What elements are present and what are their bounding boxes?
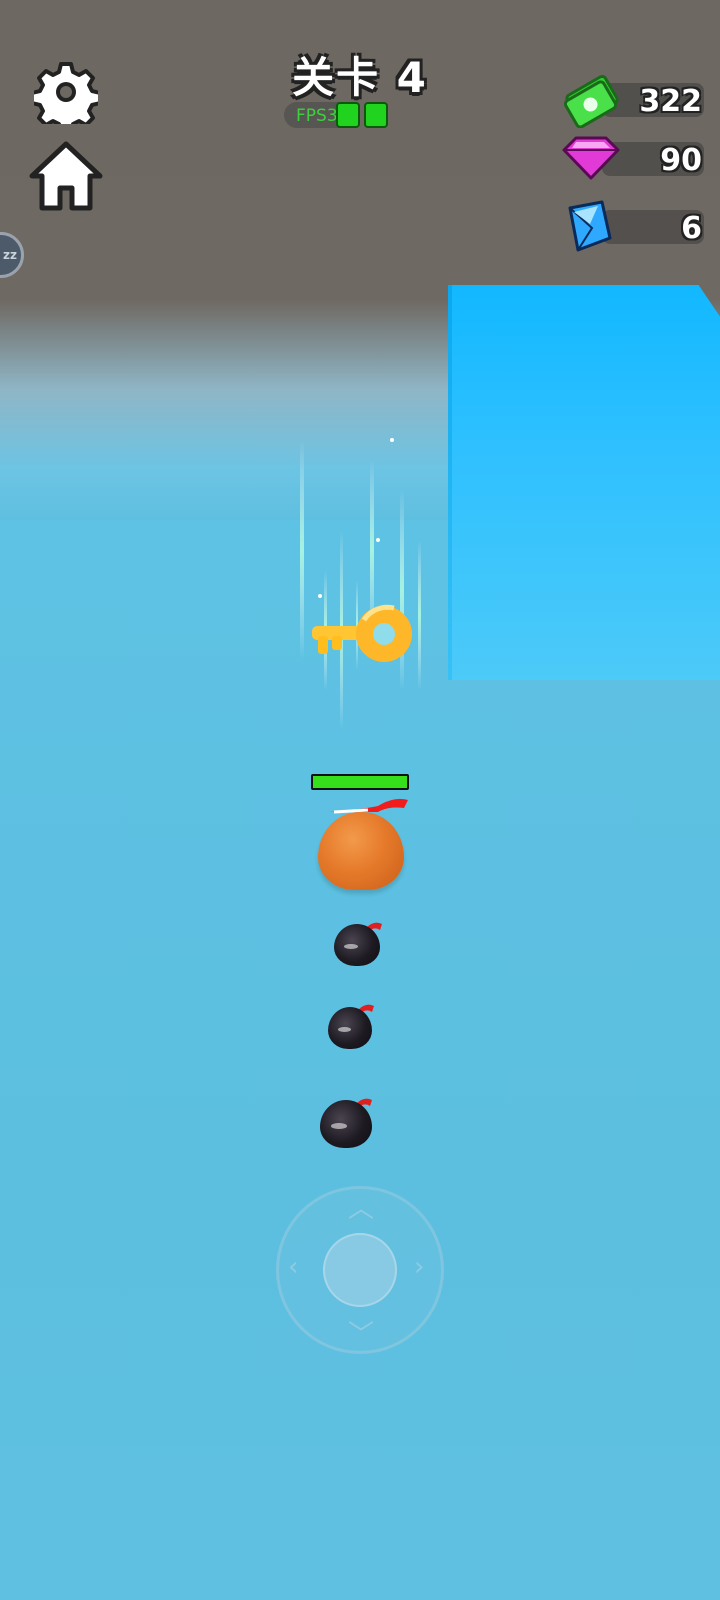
sleep-label: zz	[3, 248, 17, 262]
bomb-enemy	[320, 1100, 372, 1148]
home-icon[interactable]	[28, 138, 104, 214]
joystick-right-arrow-icon: ›	[414, 1252, 425, 1282]
level-title: 关卡 4	[292, 53, 428, 102]
cash-value: 322	[639, 84, 702, 119]
golden-key-pickup	[300, 438, 421, 730]
player-orange-slime	[318, 812, 404, 890]
gem-value: 90	[660, 143, 702, 178]
sparkle-beams	[300, 438, 421, 730]
blue-wall-block	[452, 285, 720, 680]
joystick-left-arrow-icon: ‹	[288, 1252, 299, 1282]
settings-gear-icon[interactable]	[34, 60, 98, 124]
debug-toggle-2[interactable]	[364, 102, 388, 128]
joystick-up-arrow-icon: ︿	[348, 1194, 375, 1224]
debug-toggle-1[interactable]	[336, 102, 360, 128]
player-health-fill	[313, 776, 407, 788]
bomb-enemy	[328, 1007, 372, 1049]
joystick-down-arrow-icon: ﹀	[348, 1320, 375, 1350]
player-health-bar	[311, 774, 409, 790]
joystick-knob[interactable]	[323, 1233, 397, 1307]
crystal-value: 6	[681, 211, 702, 246]
bomb-enemy	[334, 924, 380, 966]
